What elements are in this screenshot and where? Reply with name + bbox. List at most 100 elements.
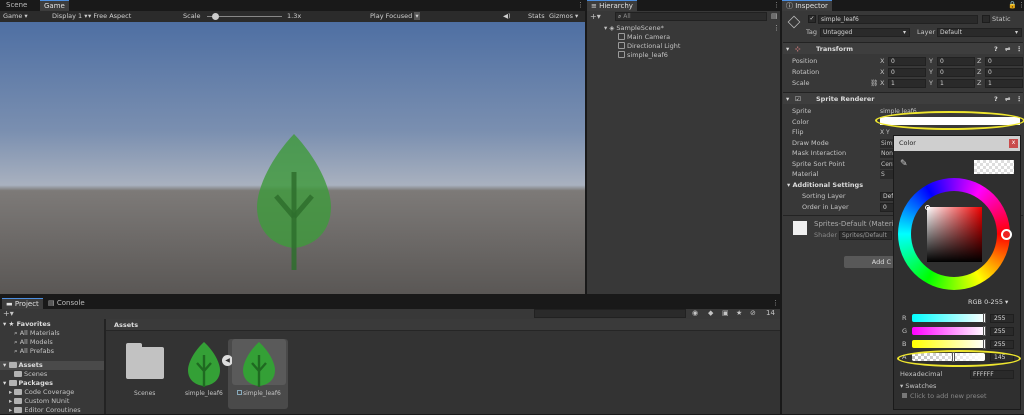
favorites-foldout[interactable]: ▾ ★ Favorites: [3, 320, 51, 329]
color-mode-dropdown[interactable]: RGB 0-255 ▾: [968, 298, 1008, 306]
transform-position-x-field[interactable]: 0: [888, 57, 926, 66]
visibility-icon[interactable]: ⊘: [750, 309, 756, 317]
display-dropdown[interactable]: Display 1 ▾: [52, 12, 88, 21]
object-name-field[interactable]: simple_leaf6: [818, 15, 978, 24]
packages-foldout[interactable]: ▾ Packages: [3, 379, 53, 388]
lock-icon[interactable]: 🔒: [1008, 1, 1017, 9]
hue-cursor[interactable]: [1001, 229, 1012, 240]
game-viewport[interactable]: [0, 22, 585, 294]
favorite-item[interactable]: ⌕ All Materials: [14, 329, 60, 338]
eyedropper-icon[interactable]: ✎: [900, 159, 908, 169]
sprite-renderer-mask-interaction-value[interactable]: None: [880, 149, 894, 158]
channel-g-slider[interactable]: [912, 327, 985, 335]
channel-b-handle[interactable]: [983, 339, 986, 349]
active-checkbox[interactable]: ✓: [808, 15, 816, 23]
transform-scale-z-field[interactable]: 1: [985, 79, 1023, 88]
play-mode-dropdown[interactable]: Play Focused ▾: [370, 12, 420, 21]
swatches-foldout[interactable]: ▾ Swatches: [900, 382, 936, 391]
tab-console[interactable]: ▤ Console: [44, 298, 89, 309]
sorting-layer-dropdown[interactable]: Default: [880, 192, 894, 201]
channel-b-field[interactable]: 255: [990, 340, 1014, 349]
preset-icon[interactable]: ⇌: [1005, 95, 1010, 103]
transform-scale-y-field[interactable]: 1: [937, 79, 975, 88]
transform-scale-x-field[interactable]: 1: [888, 79, 926, 88]
channel-b-slider[interactable]: [912, 340, 985, 348]
hierarchy-item-main-camera[interactable]: Main Camera: [618, 33, 670, 42]
preset-icon[interactable]: ⇌: [1005, 45, 1010, 53]
sprite-renderer-material-value[interactable]: S: [880, 170, 894, 179]
constrain-proportions-icon[interactable]: ⛓: [870, 79, 878, 88]
more-icon[interactable]: ⋮: [772, 299, 779, 307]
add-icon[interactable]: +▾: [3, 309, 14, 318]
hierarchy-item-simple-leaf6[interactable]: simple_leaf6: [618, 51, 668, 60]
project-search-input[interactable]: [534, 309, 686, 318]
channel-r-handle[interactable]: [983, 313, 986, 323]
transform-rotation-x-field[interactable]: 0: [888, 68, 926, 77]
breadcrumb-assets[interactable]: Assets: [114, 321, 138, 330]
scale-slider-handle[interactable]: [212, 13, 219, 20]
label-filter-icon[interactable]: ◆: [708, 309, 713, 317]
package-item[interactable]: ▸ Custom NUnit: [9, 397, 69, 406]
sprite-renderer-draw-mode-value[interactable]: Simple: [880, 138, 894, 148]
hex-field[interactable]: FFFFFF: [970, 370, 1014, 379]
channel-g-handle[interactable]: [983, 326, 986, 336]
transform-rotation-z-field[interactable]: 0: [985, 68, 1023, 77]
favorite-item[interactable]: ⌕ All Models: [14, 338, 53, 347]
tab-scene[interactable]: Scene: [2, 0, 31, 11]
sprite-renderer-header[interactable]: ▾ ☑ Sprite Renderer ? ⇌ ⋮: [783, 92, 1023, 104]
bookmark-icon[interactable]: ▣: [722, 309, 729, 317]
sv-cursor[interactable]: [925, 205, 930, 210]
material-preview[interactable]: [793, 221, 807, 235]
more-icon[interactable]: ⋮: [773, 1, 780, 9]
saturation-value-square[interactable]: [927, 207, 982, 262]
hierarchy-search-input[interactable]: ⌕ All: [615, 12, 767, 21]
sprite-renderer-flip-value[interactable]: X Y: [880, 128, 890, 137]
stats-button[interactable]: Stats: [528, 12, 545, 21]
close-button[interactable]: x: [1009, 139, 1018, 148]
channel-r-slider[interactable]: [912, 314, 985, 322]
enable-checkbox[interactable]: ☑: [795, 95, 801, 103]
display-mode-dropdown[interactable]: Game ▾: [3, 12, 28, 21]
help-icon[interactable]: ?: [994, 95, 998, 103]
transform-rotation-y-field[interactable]: 0: [937, 68, 975, 77]
static-checkbox[interactable]: [982, 15, 990, 23]
leaf-sprite[interactable]: [252, 132, 336, 272]
audio-icon[interactable]: ◀): [503, 12, 511, 21]
search-by-type-icon[interactable]: ◉: [692, 309, 698, 317]
help-icon[interactable]: ?: [994, 45, 998, 53]
sprite-renderer-sprite-sort-point-value[interactable]: Center: [880, 159, 894, 169]
more-icon[interactable]: ⋮: [1016, 45, 1023, 53]
asset-scenes[interactable]: Scenes: [122, 343, 168, 403]
more-icon[interactable]: ⋮: [1016, 95, 1023, 103]
aspect-dropdown[interactable]: ▾ Free Aspect: [88, 12, 131, 21]
channel-g-field[interactable]: 255: [990, 327, 1014, 336]
layer-dropdown[interactable]: Default ▾: [937, 28, 1022, 37]
tab-game[interactable]: Game: [40, 0, 69, 11]
package-item[interactable]: ▸ Code Coverage: [9, 388, 74, 397]
favorite-item[interactable]: ⌕ All Prefabs: [14, 347, 54, 356]
asset-simple-leaf6[interactable]: simple_leaf6: [182, 339, 226, 409]
folder-item[interactable]: Scenes: [14, 370, 47, 379]
more-icon[interactable]: ⋮: [1018, 1, 1024, 9]
add-component-button[interactable]: Add C: [844, 256, 894, 268]
tab-project[interactable]: ▬ Project: [2, 298, 43, 309]
order-in-layer-field[interactable]: 0: [880, 203, 894, 212]
scene-row[interactable]: ▾ ◈ SampleScene*: [604, 24, 664, 33]
tab-hierarchy[interactable]: ≡ Hierarchy: [587, 0, 637, 11]
transform-position-y-field[interactable]: 0: [937, 57, 975, 66]
star-icon[interactable]: ★: [736, 309, 742, 317]
tab-inspector[interactable]: ⓘ Inspector: [782, 0, 832, 11]
add-icon[interactable]: +▾: [590, 12, 601, 21]
search-options-icon[interactable]: ▤: [771, 12, 778, 20]
hierarchy-item-directional-light[interactable]: Directional Light: [618, 42, 680, 51]
channel-r-field[interactable]: 255: [990, 314, 1014, 323]
tag-dropdown[interactable]: Untagged ▾: [820, 28, 910, 37]
scene-more-icon[interactable]: ⋮: [773, 24, 780, 32]
assets-foldout[interactable]: ▾ Assets: [0, 361, 104, 370]
additional-settings-foldout[interactable]: ▾ Additional Settings: [787, 181, 863, 190]
transform-position-z-field[interactable]: 0: [985, 57, 1023, 66]
asset-simple-leaf6-sprite[interactable]: ◀ simple_leaf6: [222, 339, 288, 409]
more-icon[interactable]: ⋮: [577, 1, 584, 9]
gizmos-dropdown[interactable]: Gizmos ▾: [549, 12, 578, 21]
transform-header[interactable]: ▾ ⊹ Transform ? ⇌ ⋮: [783, 42, 1023, 54]
